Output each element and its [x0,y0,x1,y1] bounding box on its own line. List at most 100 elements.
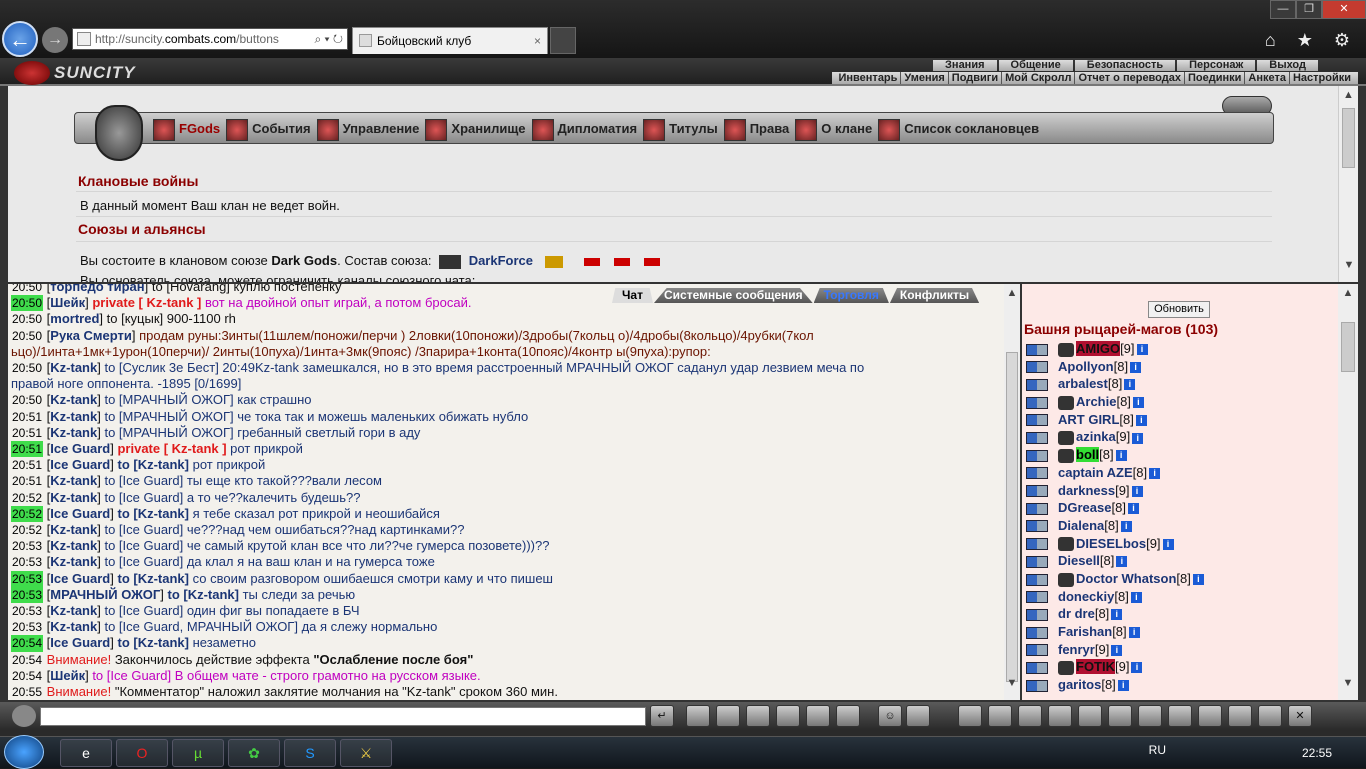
scales-icon[interactable] [806,705,830,727]
info-icon[interactable]: i [1128,627,1140,639]
user-row[interactable]: captain AZE[8] i [1026,464,1204,482]
union-member-link[interactable]: DarkForce [469,253,533,268]
chat-time[interactable]: 20:50 [11,295,44,312]
fight-icon[interactable] [776,705,800,727]
info-icon[interactable]: i [1117,680,1129,692]
torrent-icon[interactable]: µ [172,739,224,767]
user-name[interactable]: garitos [1058,677,1101,692]
scroll-up-icon[interactable]: ▲ [1004,284,1020,302]
chat-nick[interactable]: МРАЧНЫЙ ОЖОГ [50,587,160,602]
chat-nick[interactable]: Kz-tank [50,522,97,537]
chat-time[interactable]: 20:53 [11,554,43,570]
scroll-down-icon[interactable]: ▼ [1339,256,1359,274]
chat-private[interactable]: private [ Kz-tank ] [114,441,230,456]
upper-scrollbar[interactable]: ▲ ▼ [1338,86,1358,282]
chat-time[interactable]: 20:53 [11,586,44,604]
user-name[interactable]: FOTIK [1076,659,1115,675]
user-name[interactable]: arbalest [1058,376,1108,391]
info-icon[interactable]: i [1127,503,1139,515]
opera-icon[interactable]: O [116,739,168,767]
chat-scrollbar[interactable]: ▲ ▼ [1004,284,1020,700]
private-message-icon[interactable] [1026,644,1048,657]
chest-icon[interactable] [1048,705,1072,727]
private-message-icon[interactable] [1026,626,1048,639]
user-row[interactable]: Diesell[8] i [1026,552,1204,570]
armor-icon[interactable] [1138,705,1162,727]
chat-time[interactable]: 20:51 [11,473,43,489]
info-icon[interactable]: i [1124,379,1136,391]
chat-time[interactable]: 20:52 [11,490,43,506]
chat-time[interactable]: 20:53 [11,570,44,587]
clock[interactable]: 22:55 [1302,746,1332,760]
chat-nick[interactable]: Kz-tank [50,409,97,424]
scroll-up-icon[interactable]: ▲ [1338,284,1358,302]
user-row[interactable]: arbalest[8] i [1026,375,1204,393]
user-row[interactable]: darkness[9] i [1026,482,1204,500]
chat-time[interactable]: 20:51 [11,457,43,473]
new-tab-button[interactable] [550,27,576,54]
chat-time[interactable]: 20:51 [11,441,44,458]
chat-tab[interactable]: Конфликты [889,288,980,303]
skype-icon[interactable]: S [284,739,336,767]
exit-icon[interactable] [1258,705,1282,727]
user-name[interactable]: Dialena [1058,518,1104,533]
private-message-icon[interactable] [1026,608,1048,621]
refresh-button[interactable]: Обновить [1148,301,1210,318]
scroll-down-icon[interactable]: ▼ [1338,674,1358,692]
bag-icon[interactable] [1018,705,1042,727]
chat-to[interactable]: to [Kz-tank] [164,587,243,602]
clan-nav-item[interactable]: Дипломатия [531,118,637,141]
save-icon[interactable] [746,705,770,727]
private-message-icon[interactable] [1026,679,1048,692]
user-row[interactable]: DGrease[8] i [1026,499,1204,517]
filter-icon[interactable] [716,705,740,727]
info-icon[interactable]: i [1192,574,1204,585]
language-indicator[interactable]: RU [1149,743,1166,757]
tab-close-icon[interactable]: × [534,28,541,54]
chat-nick[interactable]: Kz-tank [50,490,97,505]
top-menu-item[interactable]: Общение [998,60,1073,71]
info-icon[interactable]: i [1120,520,1132,532]
game-icon[interactable]: ⚔ [340,739,392,767]
user-row[interactable]: Farishan[8] i [1026,623,1204,641]
info-icon[interactable]: i [1131,662,1143,674]
chat-nick[interactable]: Ice Guard [50,457,110,472]
user-name[interactable]: doneckiy [1058,589,1114,604]
scroll-thumb[interactable] [1006,352,1018,682]
chat-time[interactable]: 20:52 [11,505,44,523]
chat-tab[interactable]: Чат [612,288,653,303]
chat-private[interactable]: private [ Kz-tank ] [89,295,205,310]
chat-time[interactable]: 20:53 [11,603,43,619]
private-message-icon[interactable] [1026,661,1048,674]
private-message-icon[interactable] [1026,432,1048,444]
sub-menu-item[interactable]: Поединки [1183,72,1245,84]
clan-nav-item[interactable]: Хранилище [425,118,526,141]
user-name[interactable]: boll [1076,447,1100,463]
private-message-icon[interactable] [1026,520,1048,533]
chat-nick[interactable]: Шейк [50,668,85,683]
sub-menu-item[interactable]: Отчет о переводах [1074,72,1184,84]
scroll-down-icon[interactable]: ▼ [1004,674,1020,692]
chat-time[interactable]: 20:51 [11,425,43,441]
info-icon[interactable]: i [1111,644,1123,656]
hood-icon[interactable] [958,705,982,727]
clan-nav-item[interactable]: События [226,118,311,141]
chat-time[interactable]: 20:50 [11,392,43,408]
chat-mode-icon[interactable] [12,705,36,727]
close-window-button[interactable]: ✕ [1322,0,1366,19]
chat-nick[interactable]: Ice Guard [50,441,110,456]
info-icon[interactable]: i [1130,591,1142,603]
flag-icon[interactable] [1228,705,1252,727]
chat-to[interactable]: to [Kz-tank] [114,506,193,521]
send-icon[interactable]: ↵ [650,705,674,727]
chat-nick[interactable]: торпедо тиран [50,284,144,294]
user-name[interactable]: ART GIRL [1058,412,1119,427]
minimize-button[interactable]: — [1270,0,1296,19]
chat-time[interactable]: 20:54 [11,668,43,684]
user-row[interactable]: FOTIK[9] i [1026,658,1204,676]
info-icon[interactable]: i [1115,450,1127,462]
user-row[interactable]: doneckiy[8] i [1026,588,1204,606]
info-icon[interactable]: i [1136,344,1148,356]
top-menu-item[interactable]: Безопасность [1074,60,1176,71]
chat-time[interactable]: 20:50 [11,284,43,295]
